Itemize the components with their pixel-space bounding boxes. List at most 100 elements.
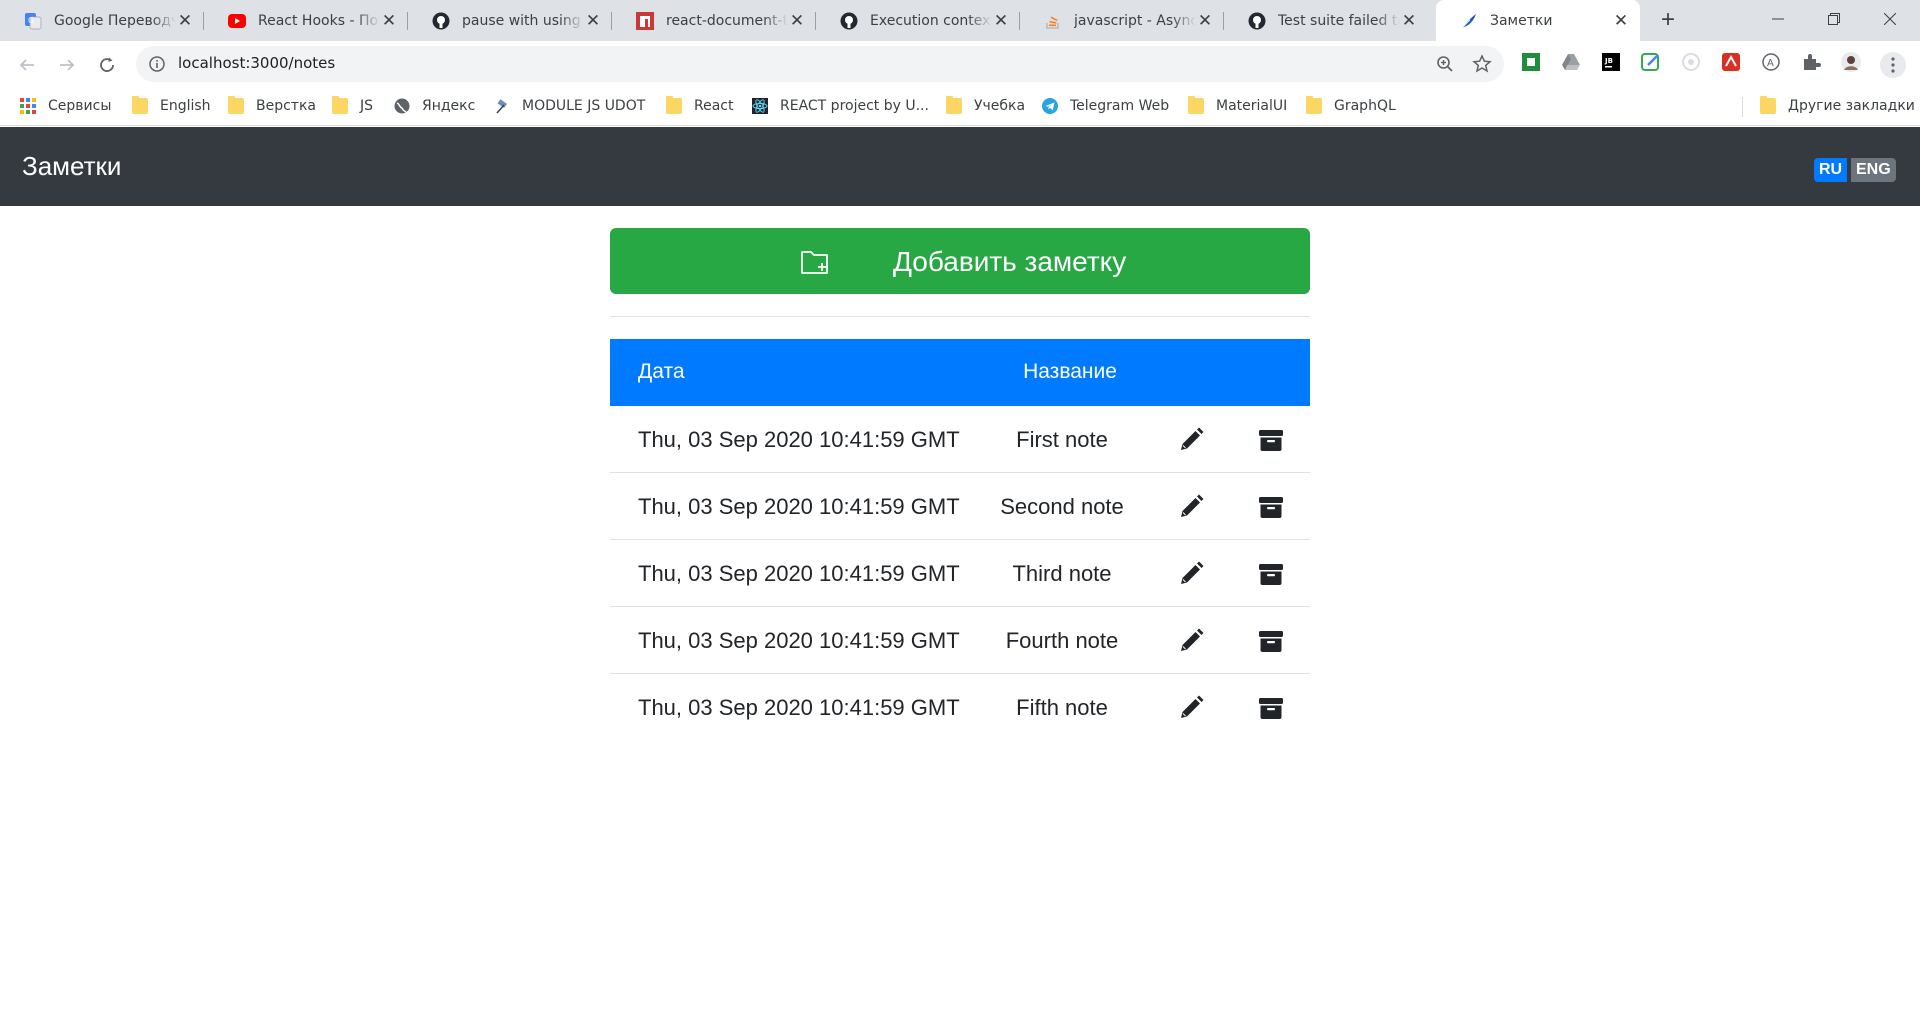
bookmark-folder[interactable]: English <box>132 88 211 124</box>
bookmark-module-js[interactable]: MODULE JS UDOT <box>494 88 645 124</box>
bookmark-label: React <box>694 98 734 114</box>
tab-title: Execution context <box>870 12 992 29</box>
extension-red-icon[interactable] <box>1720 51 1742 73</box>
tab-title: javascript - Async <box>1074 12 1196 29</box>
youtube-icon <box>228 12 246 30</box>
folder-icon <box>946 96 962 114</box>
bookmark-folder[interactable]: Верстка <box>228 88 316 124</box>
bookmark-other-folder[interactable]: Другие закладки <box>1760 88 1915 124</box>
browser-tab[interactable]: React Hooks - Полный курс ✕ <box>204 0 408 41</box>
bookmark-folder[interactable]: React <box>666 88 733 124</box>
github-icon <box>432 12 450 30</box>
svg-text:A: A <box>1767 58 1774 69</box>
browser-tab-active[interactable]: Заметки ✕ <box>1436 0 1640 41</box>
bookmark-folder[interactable]: JS <box>332 88 373 124</box>
browser-tab[interactable]: G Google Переводчик ✕ <box>0 0 204 41</box>
browser-tab[interactable]: react-document-title ✕ <box>612 0 816 41</box>
divider <box>610 316 1310 317</box>
reload-icon[interactable] <box>94 52 120 78</box>
url-text[interactable]: localhost:3000/notes <box>178 54 335 72</box>
note-date: Thu, 03 Sep 2020 10:41:59 GMT <box>638 561 960 586</box>
table-row: Thu, 03 Sep 2020 10:41:59 GMT Fifth note <box>610 674 1310 741</box>
npm-icon <box>636 11 654 30</box>
tab-title: Заметки <box>1490 12 1553 29</box>
address-bar[interactable]: localhost:3000/notes <box>136 46 1504 82</box>
folder-icon <box>1306 96 1322 114</box>
app-brand[interactable]: Заметки <box>22 151 121 182</box>
github-icon <box>840 12 858 30</box>
archive-icon[interactable] <box>1258 628 1284 654</box>
folder-plus-icon <box>801 251 828 274</box>
tab-close-icon[interactable]: ✕ <box>1196 12 1214 30</box>
table-header: Дата Название <box>610 339 1310 406</box>
bookmarks-separator <box>1742 97 1743 117</box>
pencil-icon[interactable] <box>1178 494 1204 520</box>
browser-tab[interactable]: Test suite failed to run ✕ <box>1224 0 1428 41</box>
extension-green-icon[interactable] <box>1520 51 1542 73</box>
profile-avatar-icon[interactable] <box>1840 51 1862 73</box>
google-drive-icon[interactable] <box>1560 51 1582 73</box>
bookmark-apps[interactable]: Сервисы <box>20 88 111 124</box>
translate-a-icon[interactable]: A <box>1760 51 1782 73</box>
tab-close-icon[interactable]: ✕ <box>788 12 806 30</box>
bookmark-star-icon[interactable] <box>1472 54 1492 74</box>
bookmark-label: JS <box>360 98 374 114</box>
add-note-button[interactable]: Добавить заметку <box>610 228 1310 294</box>
new-tab-icon[interactable]: + <box>1656 8 1680 32</box>
tab-close-icon[interactable]: ✕ <box>380 12 398 30</box>
react-icon <box>752 98 768 114</box>
archive-icon[interactable] <box>1258 561 1284 587</box>
bookmark-label: Другие закладки <box>1788 98 1915 114</box>
folder-icon <box>1188 96 1204 114</box>
pencil-icon[interactable] <box>1178 695 1204 721</box>
browser-tab[interactable]: javascript - Async ✕ <box>1020 0 1224 41</box>
bookmark-folder[interactable]: MaterialUI <box>1188 88 1287 124</box>
back-icon[interactable] <box>14 52 40 78</box>
svg-text:JB: JB <box>1604 57 1613 65</box>
extension-clock-icon[interactable] <box>1680 51 1702 73</box>
pencil-icon[interactable] <box>1178 628 1204 654</box>
tab-close-icon[interactable]: ✕ <box>584 12 602 30</box>
zoom-icon[interactable] <box>1436 55 1454 73</box>
archive-icon[interactable] <box>1258 494 1284 520</box>
note-date: Thu, 03 Sep 2020 10:41:59 GMT <box>638 427 960 452</box>
bookmarks-bar: Сервисы English Верстка JS Яндекс MODULE… <box>0 88 1920 126</box>
bookmark-label: Верстка <box>256 98 316 114</box>
tab-close-icon[interactable]: ✕ <box>1612 12 1630 30</box>
lang-ru-button[interactable]: RU <box>1814 158 1848 182</box>
browser-tab[interactable]: Execution context ✕ <box>816 0 1020 41</box>
note-title: First note <box>1016 427 1108 452</box>
satellite-icon <box>496 99 507 114</box>
browser-tab[interactable]: pause with using puppeteer ✕ <box>408 0 612 41</box>
table-row: Thu, 03 Sep 2020 10:41:59 GMT First note <box>610 406 1310 473</box>
browser-menu-icon[interactable] <box>1880 52 1906 78</box>
lang-eng-button[interactable]: ENG <box>1851 158 1896 182</box>
tab-title: React Hooks - Полный курс <box>258 12 380 29</box>
minimize-icon[interactable] <box>1750 0 1806 38</box>
restore-icon[interactable] <box>1806 0 1862 38</box>
close-window-icon[interactable] <box>1862 0 1918 38</box>
table-row: Thu, 03 Sep 2020 10:41:59 GMT Fourth not… <box>610 607 1310 674</box>
bookmark-telegram[interactable]: Telegram Web <box>1042 88 1169 124</box>
pencil-icon[interactable] <box>1178 561 1204 587</box>
table-row: Thu, 03 Sep 2020 10:41:59 GMT Third note <box>610 540 1310 607</box>
tab-title: Google Переводчик <box>54 12 176 29</box>
bookmark-folder[interactable]: GraphQL <box>1306 88 1396 124</box>
forward-icon[interactable] <box>54 52 80 78</box>
archive-icon[interactable] <box>1258 695 1284 721</box>
bookmark-label: Telegram Web <box>1070 98 1170 114</box>
site-info-icon[interactable] <box>148 55 166 73</box>
extension-edit-icon[interactable] <box>1640 51 1662 73</box>
folder-icon <box>332 96 348 114</box>
jetbrains-icon[interactable]: JB <box>1600 51 1622 73</box>
extensions-puzzle-icon[interactable] <box>1800 51 1822 73</box>
tab-close-icon[interactable]: ✕ <box>1400 12 1418 30</box>
pencil-icon[interactable] <box>1178 427 1204 453</box>
archive-icon[interactable] <box>1258 427 1284 453</box>
tab-close-icon[interactable]: ✕ <box>992 12 1010 30</box>
bookmark-yandex[interactable]: Яндекс <box>394 88 475 124</box>
bookmark-folder[interactable]: Учебка <box>946 88 1025 124</box>
tab-close-icon[interactable]: ✕ <box>176 12 194 30</box>
bookmark-react-project[interactable]: REACT project by U... <box>752 88 929 124</box>
app-navbar: Заметки <box>0 127 1920 206</box>
